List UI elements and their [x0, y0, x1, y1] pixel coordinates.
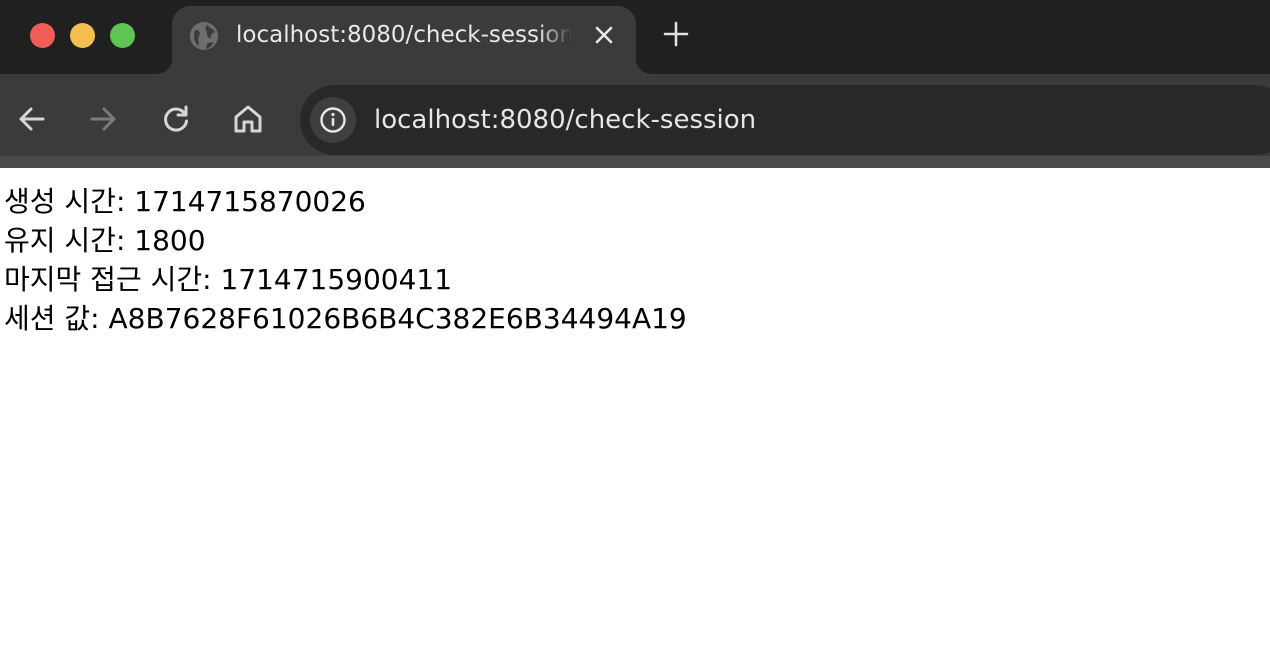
- close-window-button[interactable]: [30, 23, 55, 48]
- toolbar-divider: [0, 156, 1270, 168]
- globe-icon: [190, 22, 218, 50]
- url-text[interactable]: localhost:8080/check-session: [374, 103, 756, 137]
- page-content: 생성 시간: 1714715870026 유지 시간: 1800 마지막 접근 …: [4, 182, 687, 338]
- info-icon: [320, 107, 346, 133]
- home-icon[interactable]: [231, 102, 265, 136]
- address-bar[interactable]: localhost:8080/check-session: [300, 85, 1270, 155]
- arrow-right-icon[interactable]: [86, 102, 120, 136]
- plus-icon[interactable]: [662, 20, 690, 48]
- tab-strip: localhost:8080/check-session: [0, 0, 1270, 74]
- session-last-accessed-time: 마지막 접근 시간: 1714715900411: [4, 263, 453, 296]
- session-created-time: 생성 시간: 1714715870026: [4, 185, 366, 218]
- reload-icon[interactable]: [159, 102, 193, 136]
- browser-tab[interactable]: localhost:8080/check-session: [156, 6, 652, 74]
- tab-title: localhost:8080/check-session: [236, 22, 572, 48]
- session-id-value: 세션 값: A8B7628F61026B6B4C382E6B34494A19: [4, 302, 687, 335]
- close-icon[interactable]: [592, 23, 616, 47]
- session-max-inactive-interval: 유지 시간: 1800: [4, 224, 206, 257]
- minimize-window-button[interactable]: [70, 23, 95, 48]
- browser-toolbar: localhost:8080/check-session: [0, 74, 1270, 168]
- arrow-left-icon[interactable]: [15, 102, 49, 136]
- zoom-window-button[interactable]: [110, 23, 135, 48]
- site-info-button[interactable]: [310, 97, 356, 143]
